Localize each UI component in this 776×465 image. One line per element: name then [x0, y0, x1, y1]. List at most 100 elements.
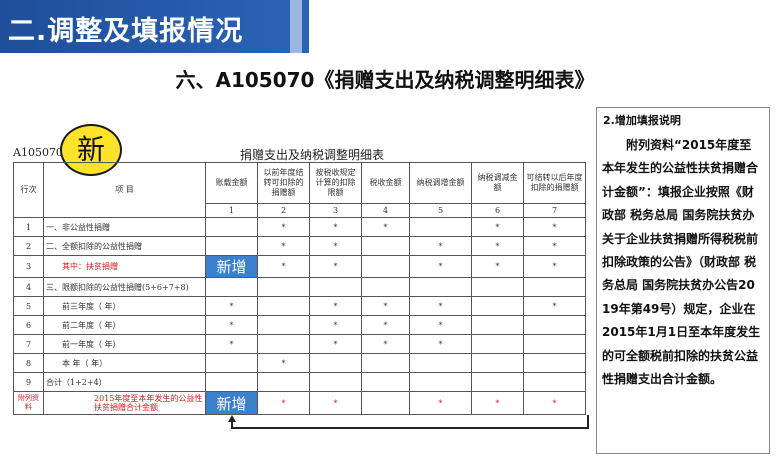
- new-cell: 新增: [205, 255, 258, 278]
- star-cell: *: [471, 255, 524, 278]
- star-cell: *: [205, 334, 258, 354]
- form-title: 捐赠支出及纳税调整明细表: [239, 148, 384, 162]
- col-number: 2: [257, 203, 310, 218]
- row-item: 前二年度（ 年）: [43, 315, 206, 335]
- row-number: 6: [13, 315, 44, 335]
- row-number: 4: [13, 277, 44, 297]
- star-cell: *: [257, 255, 310, 278]
- section-label: 二.调整及填报情况: [8, 16, 244, 47]
- star-cell: *: [205, 296, 258, 316]
- table-cell: [523, 315, 586, 335]
- header-c3: 按税收规定计算的扣除限额: [309, 162, 362, 204]
- new-cell: 新增: [205, 391, 258, 415]
- note-heading: 2.增加填报说明: [603, 114, 681, 127]
- row-number: 1: [13, 217, 44, 237]
- star-cell: *: [361, 296, 410, 316]
- star-cell: *: [309, 255, 362, 278]
- table-row: 1 一、非公益性捐赠 * * * * *: [13, 217, 586, 237]
- row-number: 7: [13, 334, 44, 354]
- table-cell: [471, 334, 524, 354]
- table-cell: [361, 391, 410, 415]
- star-cell: *: [309, 236, 362, 256]
- star-cell: *: [523, 255, 586, 278]
- header-c2: 以前年度结转可扣除的捐赠额: [257, 162, 310, 204]
- star-cell: *: [409, 296, 472, 316]
- col-number: 1: [205, 203, 258, 218]
- star-cell: *: [309, 391, 362, 415]
- table-row: 7 前一年度（ 年） * * * *: [13, 334, 586, 354]
- row-item: 二、全额扣除的公益性捐赠: [43, 236, 206, 256]
- row-item: 一、非公益性捐赠: [43, 217, 206, 237]
- star-cell: *: [409, 334, 472, 354]
- row-number: 9: [13, 372, 44, 392]
- header-item: 项 目: [43, 162, 206, 218]
- table-cell: [257, 296, 310, 316]
- table-cell: [309, 353, 362, 373]
- star-cell: *: [309, 334, 362, 354]
- star-cell: *: [361, 334, 410, 354]
- table-cell: [409, 372, 472, 392]
- header-c5: 纳税调增金额: [409, 162, 472, 204]
- star-cell: *: [523, 236, 586, 256]
- star-cell: *: [523, 217, 586, 237]
- table-cell: [205, 236, 258, 256]
- star-cell: *: [471, 391, 524, 415]
- table-cell: [523, 277, 586, 297]
- table-cell: [361, 255, 410, 278]
- section-header-bar: 二.调整及填报情况: [0, 0, 309, 53]
- table-cell: [205, 277, 258, 297]
- col-number: 5: [409, 203, 472, 218]
- row-item: 本 年（ 年）: [43, 353, 206, 373]
- star-cell: *: [409, 236, 472, 256]
- star-cell: *: [309, 315, 362, 335]
- star-cell: *: [309, 296, 362, 316]
- star-cell: *: [523, 391, 586, 415]
- col-number: 7: [523, 203, 586, 218]
- table-cell: [205, 353, 258, 373]
- table-cell: [409, 277, 472, 297]
- table-cell: [409, 217, 472, 237]
- star-cell: *: [409, 255, 472, 278]
- table-cell: [471, 296, 524, 316]
- table-row: 4 三、限额扣除的公益性捐赠(5+6+7+8): [13, 277, 586, 297]
- row-item: 合计（1+2+4）: [43, 372, 206, 392]
- table-cell: [471, 315, 524, 335]
- table-row: 2 二、全额扣除的公益性捐赠 * * * * *: [13, 236, 586, 256]
- star-cell: *: [361, 217, 410, 237]
- star-cell: *: [257, 236, 310, 256]
- table-row: 6 前二年度（ 年） * * * *: [13, 315, 586, 335]
- table-row: 5 前三年度（ 年） * * * * *: [13, 296, 586, 316]
- header-row-no: 行次: [13, 162, 44, 218]
- table-cell: [523, 353, 586, 373]
- table-row: 3 其中：扶贫捐赠 新增 * * * * *: [13, 255, 586, 278]
- table-cell: [471, 353, 524, 373]
- table-cell: [205, 372, 258, 392]
- row-number: 3: [13, 255, 44, 278]
- table-cell: [361, 372, 410, 392]
- star-cell: *: [309, 217, 362, 237]
- row-number: 8: [13, 353, 44, 373]
- table-cell: [361, 236, 410, 256]
- header-c1: 账载金额: [205, 162, 258, 204]
- table-cell: [409, 353, 472, 373]
- header-accent-stripe: [290, 0, 302, 53]
- star-cell: *: [205, 315, 258, 335]
- col-number: 3: [309, 203, 362, 218]
- table-cell: [205, 217, 258, 237]
- header-c6: 纳税调减金额: [471, 162, 524, 204]
- col-number: 6: [471, 203, 524, 218]
- star-cell: *: [471, 236, 524, 256]
- form-code: A105070: [13, 146, 63, 159]
- table-cell: [257, 315, 310, 335]
- table-cell: [471, 277, 524, 297]
- star-cell: *: [257, 353, 310, 373]
- star-cell: *: [471, 217, 524, 237]
- table-row: 9 合计（1+2+4）: [13, 372, 586, 392]
- table-cell: [257, 372, 310, 392]
- donation-form-table: 行次 项 目 账载金额 以前年度结转可扣除的捐赠额 按税收规定计算的扣除限额 税…: [13, 162, 586, 415]
- appendix-item: 2015年度至本年发生的公益性扶贫捐赠合计金额: [43, 391, 206, 415]
- row-number: 2: [13, 236, 44, 256]
- header-c4: 税收金额: [361, 162, 410, 204]
- note-body: 附列资料“2015年度至本年发生的公益性扶贫捐赠合计金额”：填报企业按照《财政部…: [602, 138, 761, 387]
- appendix-label: 附列资料: [13, 391, 44, 415]
